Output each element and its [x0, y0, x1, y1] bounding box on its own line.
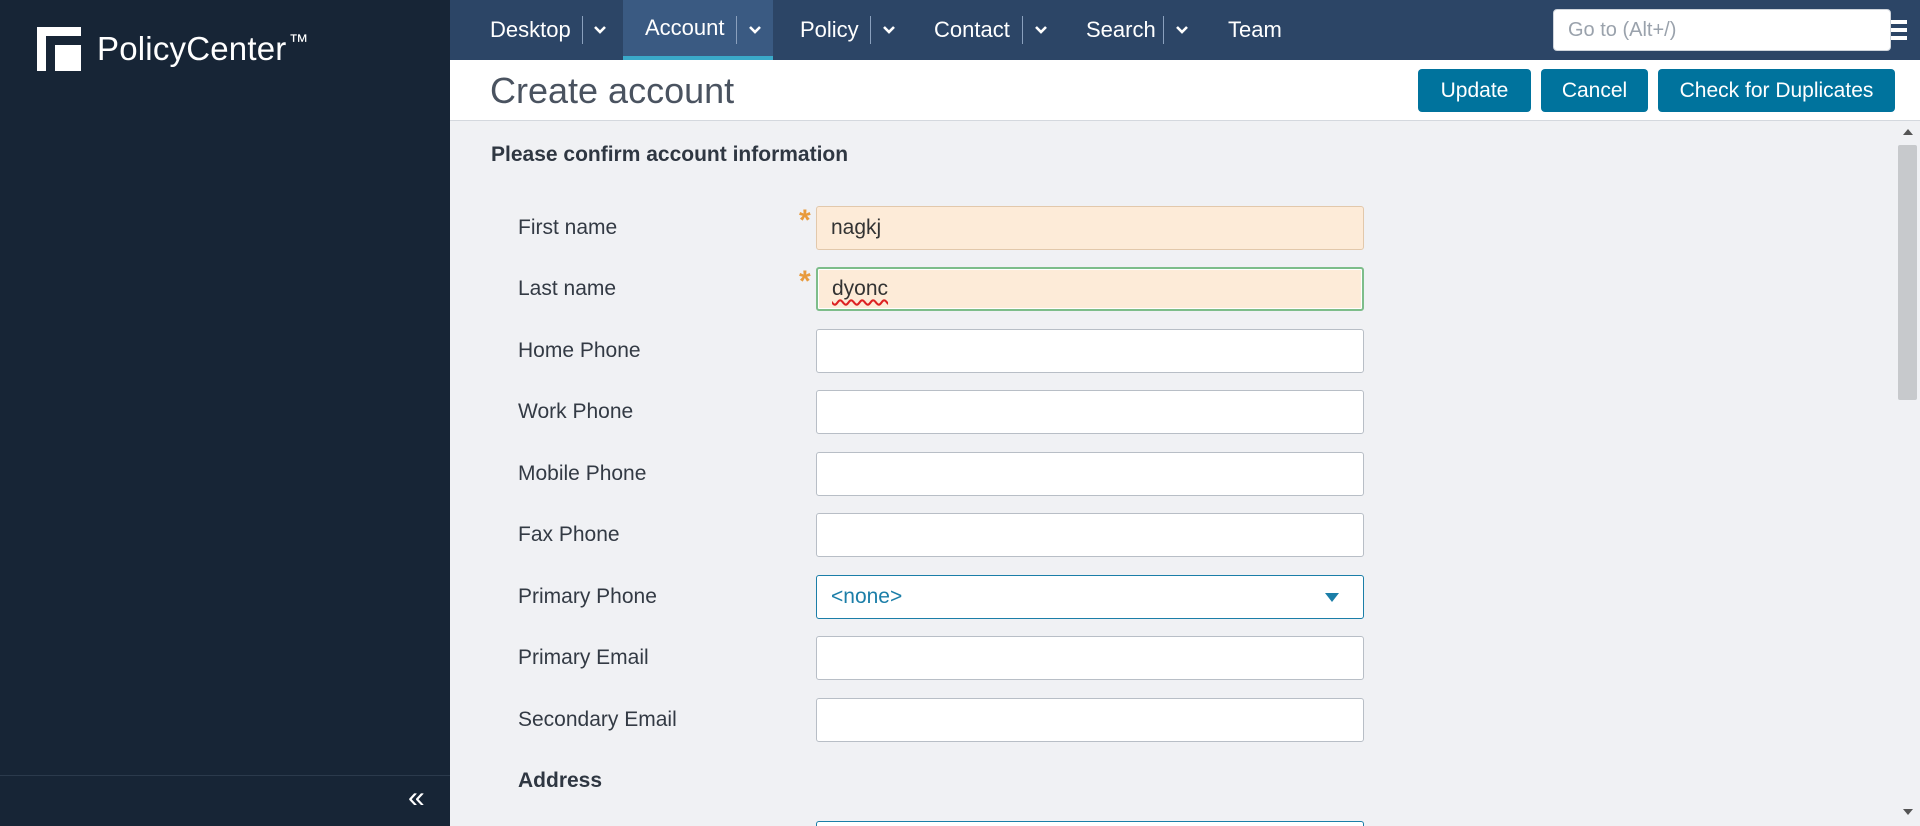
tab-label: Desktop: [490, 17, 571, 42]
sidebar-divider: [0, 775, 450, 776]
tab-team[interactable]: Team: [1228, 0, 1282, 60]
chevron-down-icon: [883, 26, 895, 34]
tab-desktop[interactable]: Desktop: [490, 0, 571, 60]
tab-label: Team: [1228, 17, 1282, 42]
sidebar: PolicyCenter ™ «: [0, 0, 450, 826]
work-phone-input[interactable]: [816, 390, 1364, 434]
address-section-title: Address: [518, 769, 603, 792]
page-header: Create account Update Cancel Check for D…: [450, 60, 1920, 121]
chevron-down-icon: [594, 26, 606, 34]
required-marker: *: [799, 265, 811, 298]
chevron-down-icon: [749, 26, 761, 34]
section-title: Please confirm account information: [491, 143, 849, 166]
primary-email-input[interactable]: [816, 636, 1364, 680]
search-menu-chevron-down-icon[interactable]: [1167, 0, 1197, 60]
primary-email-label: Primary Email: [518, 646, 649, 669]
scroll-up-icon[interactable]: [1903, 129, 1913, 135]
policy-menu-chevron-down-icon[interactable]: [874, 0, 904, 60]
nav-separator: [1022, 16, 1023, 44]
first-name-label: First name: [518, 216, 618, 239]
mobile-phone-input[interactable]: [816, 452, 1364, 496]
page-title: Create account: [490, 70, 735, 111]
last-name-input[interactable]: dyonc: [816, 267, 1364, 311]
goto-input[interactable]: [1553, 9, 1891, 51]
address-select-partial[interactable]: [816, 821, 1364, 826]
app-name: PolicyCenter ™: [97, 30, 309, 67]
scroll-down-icon[interactable]: [1903, 809, 1913, 815]
home-phone-label: Home Phone: [518, 339, 641, 362]
first-name-input[interactable]: [816, 206, 1364, 250]
fax-phone-label: Fax Phone: [518, 523, 620, 546]
nav-separator: [870, 16, 871, 44]
tab-policy[interactable]: Policy: [800, 0, 859, 60]
primary-phone-label: Primary Phone: [518, 585, 657, 608]
required-marker: *: [799, 204, 811, 237]
form-area: Please confirm account information First…: [450, 121, 1895, 826]
app-logo[interactable]: PolicyCenter ™: [37, 27, 309, 71]
nav-separator: [1163, 16, 1164, 44]
chevron-down-icon: [1176, 26, 1188, 34]
mobile-phone-label: Mobile Phone: [518, 462, 647, 485]
tab-label: Search: [1086, 17, 1156, 42]
update-button[interactable]: Update: [1418, 69, 1531, 112]
tab-contact[interactable]: Contact: [934, 0, 1010, 60]
tab-label: Policy: [800, 17, 859, 42]
chevron-down-icon: [1035, 26, 1047, 34]
tab-label: Account: [645, 15, 725, 40]
last-name-label: Last name: [518, 277, 617, 300]
fax-phone-input[interactable]: [816, 513, 1364, 557]
secondary-email-label: Secondary Email: [518, 708, 677, 731]
desktop-menu-chevron-down-icon[interactable]: [585, 0, 615, 60]
tab-search[interactable]: Search: [1086, 0, 1156, 60]
contact-menu-chevron-down-icon[interactable]: [1026, 0, 1056, 60]
nav-separator: [736, 16, 737, 44]
account-menu-chevron-down-icon[interactable]: [740, 0, 770, 60]
work-phone-label: Work Phone: [518, 400, 634, 423]
scroll-thumb[interactable]: [1898, 145, 1917, 400]
dropdown-arrow-icon: [1325, 592, 1339, 602]
scrollbar[interactable]: [1895, 121, 1920, 826]
top-nav: Desktop Account Policy Contact Search Te…: [450, 0, 1920, 60]
collapse-sidebar-icon[interactable]: «: [408, 783, 440, 815]
cancel-button[interactable]: Cancel: [1541, 69, 1648, 112]
check-for-duplicates-button[interactable]: Check for Duplicates: [1658, 69, 1895, 112]
secondary-email-input[interactable]: [816, 698, 1364, 742]
primary-phone-select[interactable]: <none>: [816, 575, 1364, 619]
last-name-value: dyonc: [832, 277, 889, 300]
tab-label: Contact: [934, 17, 1010, 42]
nav-separator: [582, 16, 583, 44]
home-phone-input[interactable]: [816, 329, 1364, 373]
primary-phone-value: <none>: [831, 585, 903, 608]
policycenter-logo-icon: [37, 27, 81, 71]
